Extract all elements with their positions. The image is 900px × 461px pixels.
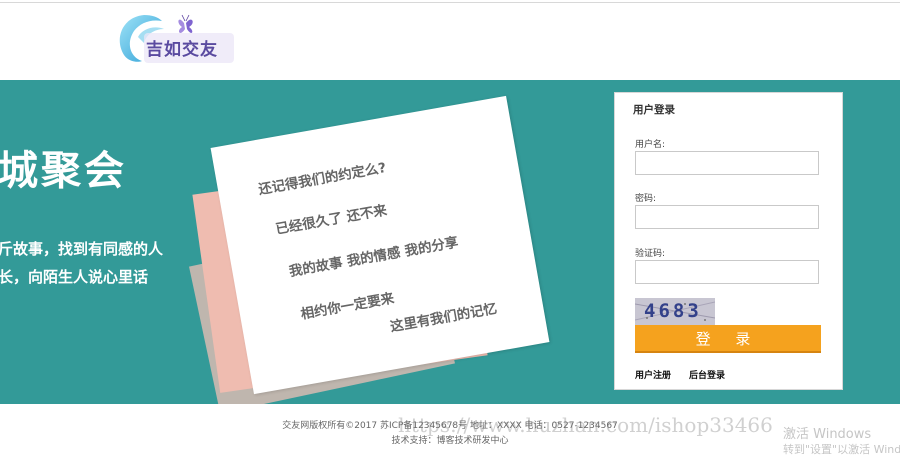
captcha-input[interactable] (635, 260, 819, 284)
note-line-3: 我的故事 我的情感 我的分享 (287, 234, 460, 281)
activate-windows-hint: 转到"设置"以激活 Windows。 (783, 443, 900, 456)
note-line-4: 相约你一定要来 (299, 290, 396, 323)
url-watermark: https://www.huzhan.com/ishop33466 (398, 413, 773, 437)
password-label: 密码: (635, 194, 657, 204)
paper-note: 还记得我们的约定么? 已经很久了 还不来 我的故事 我的情感 我的分享 相约你一… (210, 95, 550, 395)
logo-text: 吉如交友 (146, 40, 218, 60)
captcha-image[interactable]: 4683 (635, 298, 715, 325)
banner-desc-line1: 斤故事，找到有同感的人 (0, 240, 164, 258)
banner-slogan: 城聚会 (0, 148, 127, 194)
captcha-label: 验证码: (635, 249, 666, 259)
hero-banner: 城聚会 斤故事，找到有同感的人 长，向陌生人说心里话 还记得我们的约定么? 已经… (0, 80, 900, 404)
login-button[interactable]: 登 录 (635, 325, 821, 353)
site-logo[interactable]: 吉如交友 (112, 11, 236, 65)
register-link[interactable]: 用户注册 (635, 368, 671, 381)
password-input[interactable] (635, 205, 819, 229)
admin-login-link[interactable]: 后台登录 (689, 368, 725, 381)
username-input[interactable] (635, 151, 819, 175)
note-line-1: 还记得我们的约定么? (257, 159, 388, 199)
banner-desc-line2: 长，向陌生人说心里话 (0, 268, 149, 286)
note-line-2: 已经很久了 还不来 (274, 202, 389, 238)
login-title: 用户登录 (633, 104, 675, 116)
login-panel: 用户登录 用户名: 密码: 验证码: 4683 登 录 用户注册 后台登录 (614, 92, 843, 390)
site-header: 吉如交友 (0, 3, 900, 80)
activate-windows-title: 激活 Windows (783, 427, 872, 442)
captcha-code: 4683 (644, 300, 702, 322)
site-footer: 交友网版权所有©2017 苏ICP备12345678号 地址：XXXX 电话：0… (0, 404, 900, 461)
username-label: 用户名: (635, 140, 666, 150)
note-line-5: 这里有我们的记忆 (389, 300, 499, 336)
